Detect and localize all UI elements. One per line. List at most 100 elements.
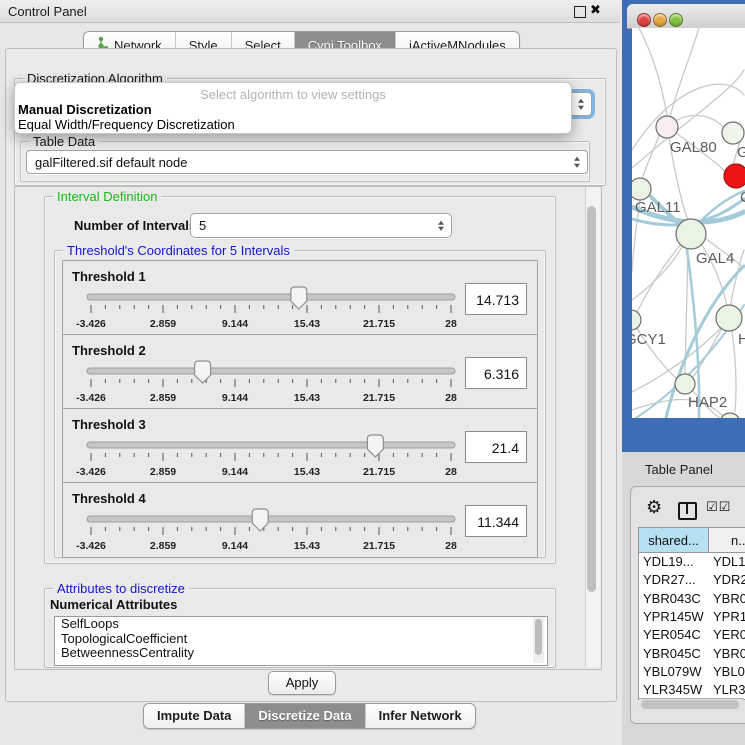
table-row[interactable]: YBL079WYBL0	[639, 663, 745, 681]
network-node[interactable]	[724, 164, 745, 188]
svg-text:9.144: 9.144	[222, 392, 248, 404]
svg-text:21.715: 21.715	[363, 540, 395, 552]
column-header-shared-name[interactable]: shared...	[639, 528, 709, 553]
control-panel: Control Panel ✖ Network Style Select Cyn…	[0, 0, 620, 745]
dropdown-option-equal-width[interactable]: Equal Width/Frequency Discretization	[18, 117, 235, 132]
vertical-scrollbar-thumb[interactable]	[587, 206, 596, 592]
tab-label: Discretize Data	[258, 705, 351, 727]
table-data-selected: galFiltered.sif default node	[35, 155, 187, 170]
table-row[interactable]: YDL19...YDL1	[639, 553, 745, 571]
slider-thumb[interactable]	[367, 435, 383, 457]
mac-close-icon[interactable]	[637, 13, 651, 27]
number-of-intervals-spinner[interactable]: 5	[190, 213, 452, 238]
svg-text:9.144: 9.144	[222, 466, 248, 478]
mac-zoom-icon[interactable]	[669, 13, 683, 27]
threshold-label: Threshold 4	[72, 491, 146, 506]
svg-text:2.859: 2.859	[150, 318, 176, 330]
node-attribute-table: shared... n... YDL19...YDL1YDR27...YDR2Y…	[638, 527, 745, 700]
cell-name: YPR1	[713, 609, 745, 624]
svg-text:2.859: 2.859	[150, 466, 176, 478]
cell-shared-name: YER054C	[643, 627, 709, 642]
table-row[interactable]: YPR145WYPR1	[639, 608, 745, 626]
network-edge	[637, 243, 682, 312]
tab-label: Infer Network	[379, 705, 462, 727]
threshold-panel-3: Threshold 3 -3.4262.8599.14415.4321.7152…	[62, 408, 538, 484]
attributes-list-scrollbar-thumb[interactable]	[535, 619, 542, 655]
tab-discretize-data[interactable]: Discretize Data	[245, 704, 365, 728]
network-node-label: GCY1	[632, 331, 666, 348]
close-icon[interactable]: ✖	[590, 2, 601, 18]
svg-text:2.859: 2.859	[150, 392, 176, 404]
threshold-value-field[interactable]: 14.713	[465, 283, 527, 315]
intervals-value: 5	[199, 218, 206, 233]
svg-text:9.144: 9.144	[222, 318, 248, 330]
table-row[interactable]: YDR27...YDR2	[639, 571, 745, 589]
table-row[interactable]: YBR043CYBR0	[639, 590, 745, 608]
numerical-attributes-label: Numerical Attributes	[50, 597, 177, 612]
group-title: Attributes to discretize	[53, 581, 189, 596]
slider-thumb[interactable]	[195, 361, 211, 383]
svg-text:2.859: 2.859	[150, 540, 176, 552]
network-node-label: GAL80	[670, 139, 717, 156]
columns-icon[interactable]	[678, 502, 697, 520]
numerical-attributes-list[interactable]: SelfLoopsTopologicalCoefficientBetweenne…	[54, 616, 548, 666]
mac-minimize-icon[interactable]	[653, 13, 667, 27]
svg-text:21.715: 21.715	[363, 392, 395, 404]
threshold-value-field[interactable]: 6.316	[465, 357, 527, 389]
float-window-icon[interactable]	[574, 6, 586, 18]
network-edge	[632, 245, 683, 300]
svg-text:21.715: 21.715	[363, 318, 395, 330]
cell-shared-name: YLR345W	[643, 682, 709, 697]
network-node[interactable]	[716, 305, 742, 331]
table-row[interactable]: YER054C YER0	[639, 626, 745, 644]
threshold-label: Threshold 1	[72, 269, 146, 284]
network-node[interactable]	[722, 122, 744, 144]
threshold-slider[interactable]: -3.4262.8599.14415.4321.71528	[81, 287, 481, 333]
cell-shared-name: YDL19...	[643, 554, 709, 569]
svg-text:-3.426: -3.426	[76, 392, 106, 404]
attribute-list-item[interactable]: SelfLoops	[55, 617, 547, 632]
network-node-label: GAL11	[635, 199, 681, 216]
threshold-slider[interactable]: -3.4262.8599.14415.4321.71528	[81, 361, 481, 407]
threshold-panel-4: Threshold 4 -3.4262.8599.14415.4321.7152…	[62, 482, 538, 558]
network-node[interactable]	[632, 310, 641, 330]
dropdown-option-manual-discretization[interactable]: Manual Discretization	[18, 102, 152, 117]
slider-thumb[interactable]	[252, 509, 268, 531]
table-row[interactable]: YLR345WYLR3	[639, 681, 745, 699]
attribute-list-item[interactable]: BetweennessCentrality	[55, 646, 547, 661]
network-node[interactable]	[720, 413, 740, 418]
column-header-name[interactable]: n...	[709, 528, 745, 553]
attribute-list-item[interactable]: TopologicalCoefficient	[55, 632, 547, 647]
threshold-label: Threshold 3	[72, 417, 146, 432]
table-row[interactable]: YBR045CYBR0	[639, 645, 745, 663]
cell-name: YER0	[713, 627, 745, 642]
network-node[interactable]	[632, 178, 651, 200]
network-node[interactable]	[656, 116, 678, 138]
tab-label: Impute Data	[157, 705, 231, 727]
tab-impute-data[interactable]: Impute Data	[144, 704, 245, 728]
svg-text:-3.426: -3.426	[76, 466, 106, 478]
svg-text:-3.426: -3.426	[76, 318, 106, 330]
network-node[interactable]	[676, 219, 706, 249]
network-graph: GAL80G...C...GAL11GAL4GCY1HHAP2	[632, 28, 745, 418]
threshold-value-field[interactable]: 21.4	[465, 431, 527, 463]
checkboxes-icon[interactable]: ☑☑	[706, 499, 731, 515]
combo-arrows-icon	[578, 99, 584, 110]
algorithm-dropdown-popup: Select algorithm to view settings Manual…	[14, 82, 572, 134]
network-node[interactable]	[675, 374, 695, 394]
gear-icon[interactable]: ⚙	[646, 497, 662, 518]
threshold-label: Threshold 2	[72, 343, 146, 358]
slider-thumb[interactable]	[291, 287, 307, 309]
threshold-slider[interactable]: -3.4262.8599.14415.4321.71528	[81, 509, 481, 555]
svg-text:15.43: 15.43	[294, 540, 320, 552]
svg-text:9.144: 9.144	[222, 540, 248, 552]
table-panel-title: Table Panel	[645, 462, 713, 477]
threshold-value-field[interactable]: 11.344	[465, 505, 527, 537]
threshold-slider[interactable]: -3.4262.8599.14415.4321.71528	[81, 435, 481, 481]
table-horizontal-scrollbar-thumb[interactable]	[641, 700, 739, 709]
apply-button[interactable]: Apply	[268, 671, 336, 695]
cell-shared-name: YBL079W	[643, 664, 709, 679]
tab-infer-network[interactable]: Infer Network	[366, 704, 475, 728]
table-data-combobox[interactable]: galFiltered.sif default node	[26, 150, 588, 174]
svg-text:15.43: 15.43	[294, 466, 320, 478]
